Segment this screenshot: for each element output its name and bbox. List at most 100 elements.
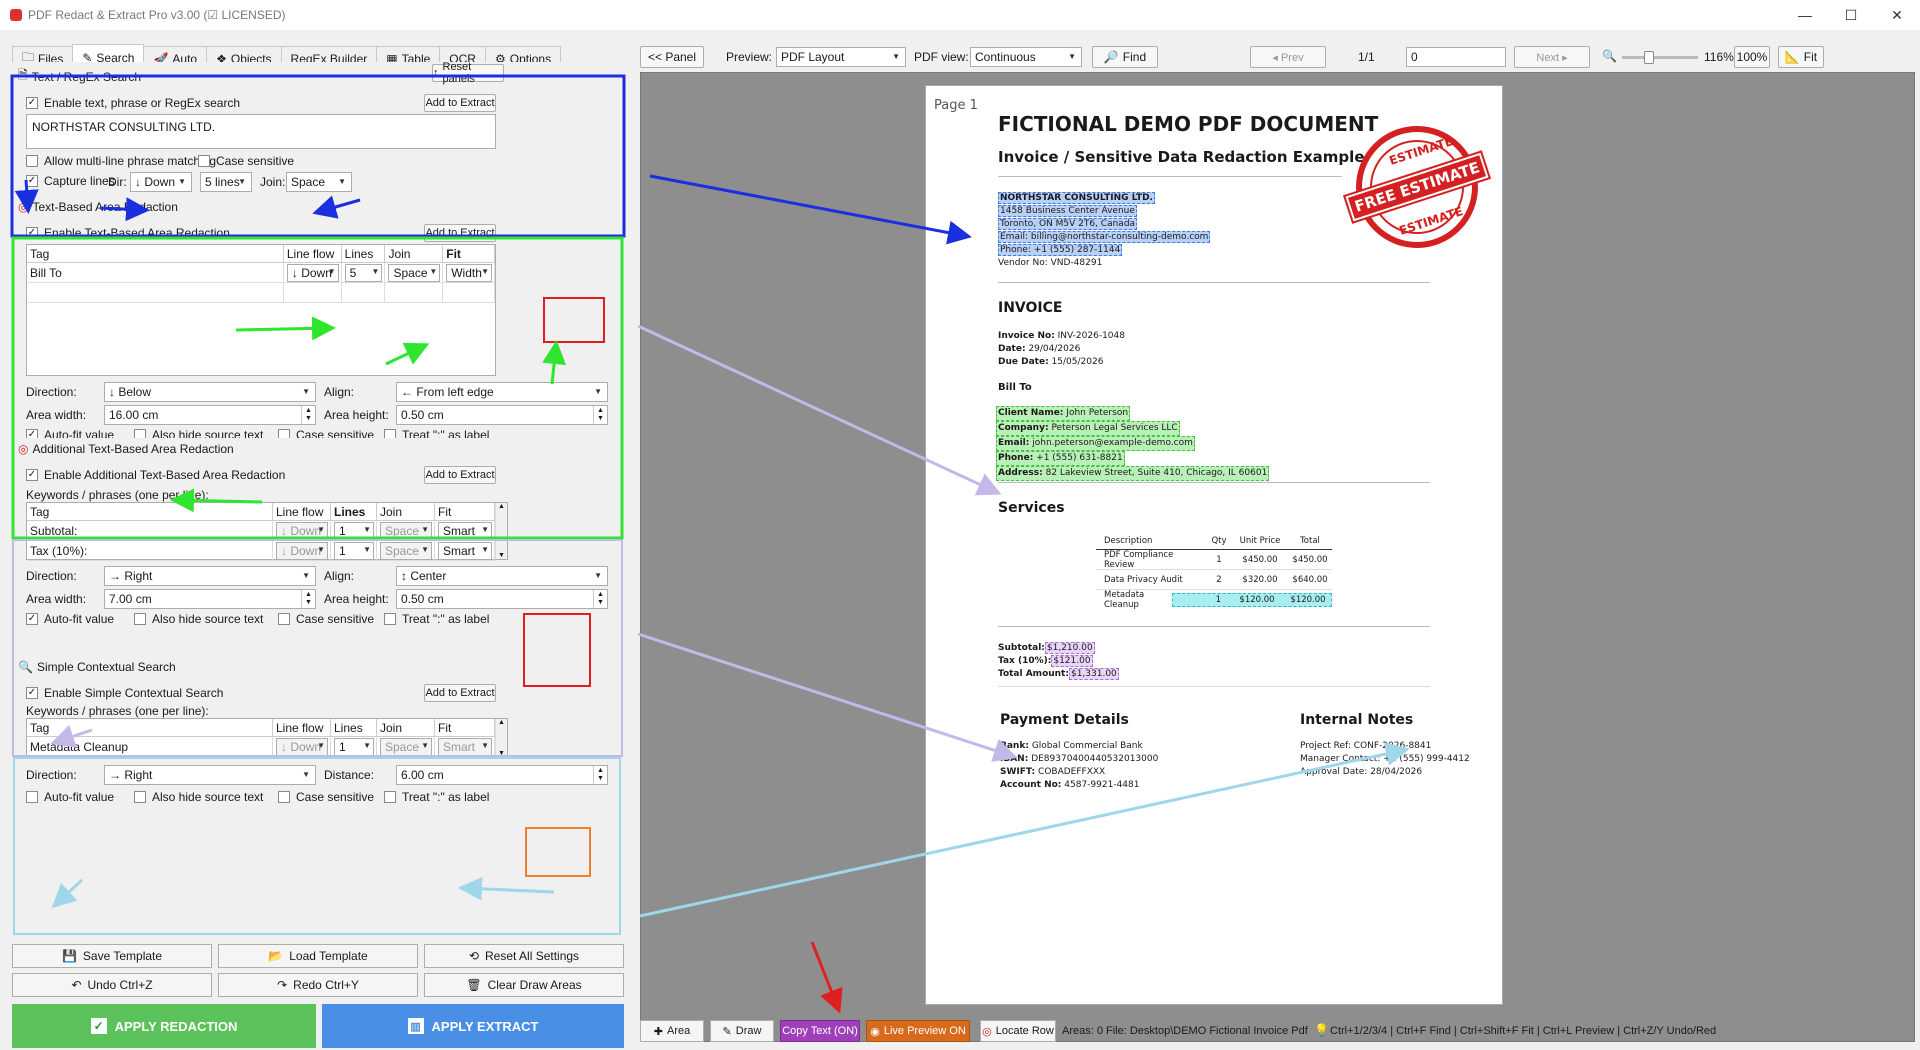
scroll-down-icon[interactable]: ▼ bbox=[498, 552, 505, 559]
spin-arrows-icon[interactable]: ▲ ▼ bbox=[301, 590, 315, 608]
pdf-page[interactable]: Page 1 FICTIONAL DEMO PDF DOCUMENT Invoi… bbox=[925, 85, 1503, 1005]
direction-select[interactable]: → Right ▼ bbox=[104, 765, 316, 785]
table-scrollbar[interactable]: ▲ ▼ bbox=[495, 503, 507, 559]
preview-select[interactable]: PDF Layout ▼ bbox=[776, 47, 906, 67]
lines-select[interactable]: 5 ▼ bbox=[344, 263, 383, 282]
zoom-slider-thumb[interactable] bbox=[1644, 51, 1654, 64]
page-input[interactable]: 0 bbox=[1406, 47, 1506, 67]
enable-additional-checkbox[interactable]: ✓ Enable Additional Text-Based Area Redac… bbox=[26, 468, 285, 482]
join-select[interactable]: Space ▼ bbox=[388, 263, 441, 282]
lines-select[interactable]: 1 ▼ bbox=[334, 541, 374, 560]
load-template-button[interactable]: 📂 Load Template bbox=[218, 944, 418, 968]
table-row-empty[interactable] bbox=[27, 283, 496, 303]
highlight-match[interactable]: 1 $120.00 $120.00 bbox=[1172, 593, 1332, 607]
treat-colon-checkbox[interactable]: Treat ":" as label bbox=[384, 612, 489, 626]
prev-page-button[interactable]: ◂ Prev bbox=[1250, 46, 1326, 68]
close-button[interactable]: ✕ bbox=[1874, 0, 1920, 30]
toggle-panel-button[interactable]: << Panel bbox=[640, 46, 704, 68]
highlight-match[interactable]: Address: 82 Lakeview Street, Suite 410, … bbox=[996, 466, 1270, 481]
direction-select[interactable]: → Right ▼ bbox=[104, 566, 316, 586]
zoom-100-button[interactable]: 100% bbox=[1734, 46, 1770, 68]
align-select[interactable]: ↕ Center ▼ bbox=[396, 566, 608, 586]
fit-select[interactable]: Smart ▼ bbox=[438, 541, 492, 560]
distance-input[interactable]: 6.00 cm ▲ ▼ bbox=[396, 765, 608, 785]
enable-area-redaction-checkbox[interactable]: ✓ Enable Text-Based Area Redaction bbox=[26, 226, 230, 240]
spin-arrows-icon[interactable]: ▲ ▼ bbox=[593, 406, 607, 424]
maximize-button[interactable]: ☐ bbox=[1828, 0, 1874, 30]
fit-button[interactable]: 📐 Fit bbox=[1778, 46, 1824, 68]
vendor-line[interactable]: 1458 Business Center Avenue bbox=[998, 205, 1210, 218]
copy-text-toggle[interactable]: Copy Text (ON) bbox=[780, 1020, 860, 1042]
tag-cell[interactable]: Metadata Cleanup bbox=[27, 737, 273, 757]
scroll-up-icon[interactable]: ▲ bbox=[498, 719, 505, 726]
autofit-checkbox[interactable]: ✓ Auto-fit value bbox=[26, 612, 114, 626]
area-button[interactable]: ✚ Area bbox=[640, 1020, 704, 1042]
align-select[interactable]: ← From left edge ▼ bbox=[396, 382, 608, 402]
table-row[interactable]: Metadata Cleanup ↓ Down ▼ 1 ▼ Space ▼ Smart… bbox=[27, 737, 507, 757]
scroll-up-icon[interactable]: ▲ bbox=[498, 503, 505, 510]
line-flow-select[interactable]: ↓ Down ▼ bbox=[276, 737, 328, 756]
case-sensitive-checkbox[interactable]: Case sensitive bbox=[278, 790, 374, 804]
apply-redaction-button[interactable]: ✓ APPLY REDACTION bbox=[12, 1004, 316, 1048]
redo-button[interactable]: ↷ Redo Ctrl+Y bbox=[218, 973, 418, 997]
highlight-match[interactable]: $1,331.00 bbox=[1068, 668, 1119, 680]
table-row[interactable]: Subtotal: ↓ Down ▼ 1 ▼ Space ▼ Smart ▼ bbox=[27, 521, 507, 541]
next-page-button[interactable]: Next ▸ bbox=[1514, 46, 1590, 68]
highlight-match[interactable]: Company: Peterson Legal Services LLC bbox=[996, 421, 1180, 436]
hide-source-checkbox[interactable]: Also hide source text bbox=[134, 612, 263, 626]
spin-arrows-icon[interactable]: ▲ ▼ bbox=[593, 590, 607, 608]
hide-source-checkbox[interactable]: Also hide source text bbox=[134, 790, 263, 804]
add-to-extract-button[interactable]: Add to Extract bbox=[424, 684, 496, 702]
case-sensitive-checkbox[interactable]: Case sensitive bbox=[198, 154, 294, 168]
vendor-line[interactable]: Email: billing@northstar-consulting-demo… bbox=[998, 231, 1211, 244]
autofit-checkbox[interactable]: Auto-fit value bbox=[26, 790, 114, 804]
highlight-match[interactable]: Email: john.peterson@example-demo.com bbox=[996, 436, 1195, 451]
lines-select[interactable]: 5 lines ▼ bbox=[200, 172, 252, 192]
add-to-extract-button[interactable]: Add to Extract bbox=[424, 466, 496, 484]
vendor-line[interactable]: Phone: +1 (555) 287-1144 bbox=[998, 244, 1210, 257]
draw-button[interactable]: ✎ Draw bbox=[710, 1020, 774, 1042]
line-flow-select[interactable]: ↓ Down ▼ bbox=[276, 521, 328, 540]
find-button[interactable]: 🔎 Find bbox=[1092, 46, 1158, 68]
enable-text-search-checkbox[interactable]: ✓ Enable text, phrase or RegEx search bbox=[26, 96, 240, 110]
highlight-match[interactable]: Client Name: John Peterson bbox=[996, 406, 1131, 421]
lines-select[interactable]: 1 ▼ bbox=[334, 521, 374, 540]
highlight-match[interactable]: Phone: +1 (555) 287-1144 bbox=[998, 244, 1123, 256]
line-flow-select[interactable]: ↓ Down ▼ bbox=[276, 541, 328, 560]
table-row[interactable]: Bill To ↓ Down ▼ 5 ▼ Space ▼ Width ▼ bbox=[27, 263, 496, 283]
live-preview-toggle[interactable]: ◉ Live Preview ON bbox=[866, 1020, 970, 1042]
apply-extract-button[interactable]: ▥ APPLY EXTRACT bbox=[322, 1004, 624, 1048]
area-width-input[interactable]: 7.00 cm ▲ ▼ bbox=[104, 589, 316, 609]
highlight-match[interactable]: Phone: +1 (555) 631-8821 bbox=[996, 451, 1125, 466]
highlight-match[interactable]: Toronto, ON M5V 2T6, Canada bbox=[998, 218, 1138, 230]
highlight-match[interactable]: Email: billing@northstar-consulting-demo… bbox=[998, 231, 1211, 243]
add-to-extract-button[interactable]: Add to Extract bbox=[424, 94, 496, 112]
vendor-line[interactable]: Toronto, ON M5V 2T6, Canada bbox=[998, 218, 1210, 231]
case-sensitive-checkbox[interactable]: Case sensitive bbox=[278, 612, 374, 626]
pdf-view-select[interactable]: Continuous ▼ bbox=[970, 47, 1082, 67]
highlight-match[interactable]: NORTHSTAR CONSULTING LTD. bbox=[998, 192, 1155, 204]
area-height-input[interactable]: 0.50 cm ▲ ▼ bbox=[396, 589, 608, 609]
scroll-down-icon[interactable]: ▼ bbox=[498, 750, 505, 757]
locate-row-button[interactable]: ◎ Locate Row bbox=[980, 1020, 1056, 1042]
undo-button[interactable]: ↶ Undo Ctrl+Z bbox=[12, 973, 212, 997]
pdf-viewer[interactable]: Page 1 FICTIONAL DEMO PDF DOCUMENT Invoi… bbox=[640, 72, 1915, 1042]
table-scrollbar[interactable]: ▲ ▼ bbox=[495, 719, 507, 757]
enable-contextual-checkbox[interactable]: ✓ Enable Simple Contextual Search bbox=[26, 686, 223, 700]
tag-cell[interactable]: Bill To bbox=[27, 263, 284, 283]
treat-colon-checkbox[interactable]: Treat ":" as label bbox=[384, 790, 489, 804]
multiline-checkbox[interactable]: Allow multi-line phrase matching bbox=[26, 154, 216, 168]
highlight-match[interactable]: $1,210.00 bbox=[1044, 642, 1095, 654]
area-height-input[interactable]: 0.50 cm ▲ ▼ bbox=[396, 405, 608, 425]
highlight-match[interactable]: 1458 Business Center Avenue bbox=[998, 205, 1137, 217]
save-template-button[interactable]: 💾 Save Template bbox=[12, 944, 212, 968]
fit-select[interactable]: Smart ▼ bbox=[438, 737, 492, 756]
join-select[interactable]: Space ▼ bbox=[380, 541, 432, 560]
spin-arrows-icon[interactable]: ▲ ▼ bbox=[301, 406, 315, 424]
join-select[interactable]: Space ▼ bbox=[380, 521, 432, 540]
table-row[interactable]: Tax (10%): ↓ Down ▼ 1 ▼ Space ▼ Smart ▼ bbox=[27, 541, 507, 561]
line-flow-select[interactable]: ↓ Down ▼ bbox=[286, 263, 339, 282]
vendor-line[interactable]: NORTHSTAR CONSULTING LTD. bbox=[998, 192, 1210, 205]
reset-panels-button[interactable]: ↕ Reset panels bbox=[432, 61, 504, 85]
lines-select[interactable]: 1 ▼ bbox=[334, 737, 374, 756]
